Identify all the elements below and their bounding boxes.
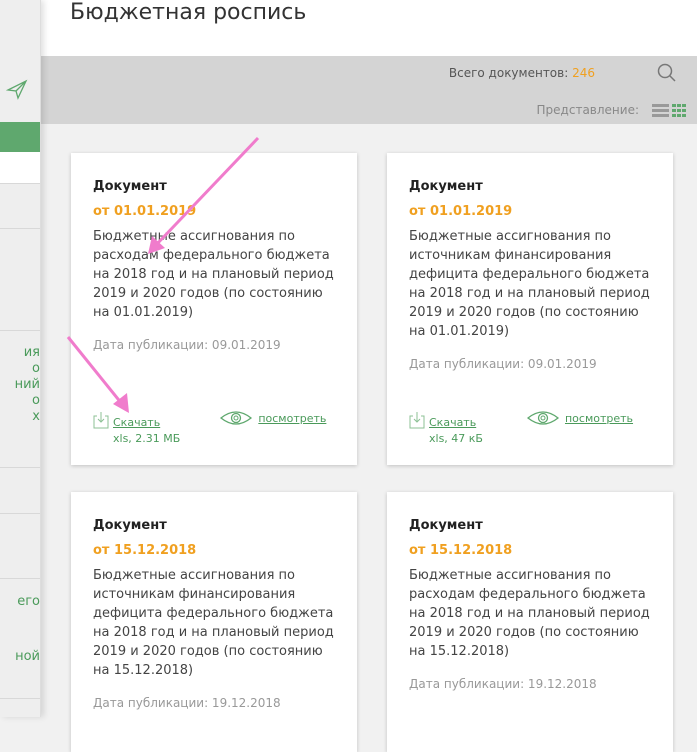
download-link[interactable]: Скачать [113, 416, 160, 429]
view-link[interactable]: посмотреть [565, 412, 633, 425]
file-size: xls, 2.31 МБ [113, 432, 181, 445]
card-description: Бюджетные ассигнования по источникам фин… [93, 568, 334, 678]
sidebar-link[interactable]: его [0, 594, 40, 610]
card-description: Бюджетные ассигнования по расходам федер… [93, 229, 334, 320]
document-card: Документ от 01.01.2019 Бюджетные ассигно… [387, 153, 673, 465]
search-icon[interactable] [656, 62, 678, 84]
card-date: от 15.12.2018 [409, 543, 513, 558]
divider [0, 698, 40, 699]
card-type: Документ [93, 518, 167, 533]
divider [0, 183, 40, 184]
send-icon[interactable] [6, 78, 28, 100]
card-type: Документ [409, 179, 483, 194]
publication-date: Дата публикации: 09.01.2019 [93, 338, 281, 352]
document-card: Документ от 15.12.2018 Бюджетные ассигно… [71, 492, 357, 752]
divider [0, 228, 40, 229]
sidebar-item[interactable] [0, 152, 40, 183]
divider [0, 330, 40, 331]
sidebar-active-item[interactable] [0, 122, 40, 152]
card-type: Документ [93, 179, 167, 194]
divider [0, 513, 40, 514]
card-description: Бюджетные ассигнования по расходам федер… [409, 568, 650, 659]
download-button[interactable]: Скачать xls, 2.31 МБ [93, 411, 180, 445]
document-count: Всего документов: 246 [449, 66, 595, 80]
publication-date: Дата публикации: 09.01.2019 [409, 357, 597, 371]
publication-date: Дата публикации: 19.12.2018 [409, 677, 597, 691]
download-button[interactable]: Скачать xls, 47 кБ [409, 411, 483, 445]
card-date: от 15.12.2018 [93, 543, 197, 558]
download-link[interactable]: Скачать [429, 416, 476, 429]
grid-view-icon[interactable] [672, 104, 687, 118]
file-size: xls, 47 кБ [429, 432, 483, 445]
sidebar-link[interactable]: ной [0, 649, 40, 665]
count-label: Всего документов: [448, 66, 569, 80]
list-view-icon[interactable] [652, 104, 669, 118]
download-icon [93, 412, 109, 429]
card-date: от 01.01.2019 [93, 204, 197, 219]
sidebar-link[interactable]: ия о ний о х [0, 345, 40, 425]
view-link[interactable]: посмотреть [258, 412, 326, 425]
divider [0, 467, 40, 468]
download-icon [409, 412, 425, 429]
card-type: Документ [409, 518, 483, 533]
header: Бюджетная роспись [41, 0, 697, 56]
divider [0, 578, 40, 579]
eye-icon[interactable] [220, 409, 253, 427]
card-date: от 01.01.2019 [409, 204, 513, 219]
count-value: 246 [572, 66, 595, 80]
eye-icon[interactable] [526, 409, 559, 427]
document-card: Документ от 01.01.2019 Бюджетные ассигно… [71, 153, 357, 465]
publication-date: Дата публикации: 19.12.2018 [93, 696, 281, 710]
page-title: Бюджетная роспись [70, 0, 307, 25]
card-description: Бюджетные ассигнования по источникам фин… [409, 229, 650, 339]
view-label: Представление: [536, 103, 639, 117]
document-card: Документ от 15.12.2018 Бюджетные ассигно… [387, 492, 673, 752]
sidebar: ия о ний о х его ной [0, 0, 41, 717]
